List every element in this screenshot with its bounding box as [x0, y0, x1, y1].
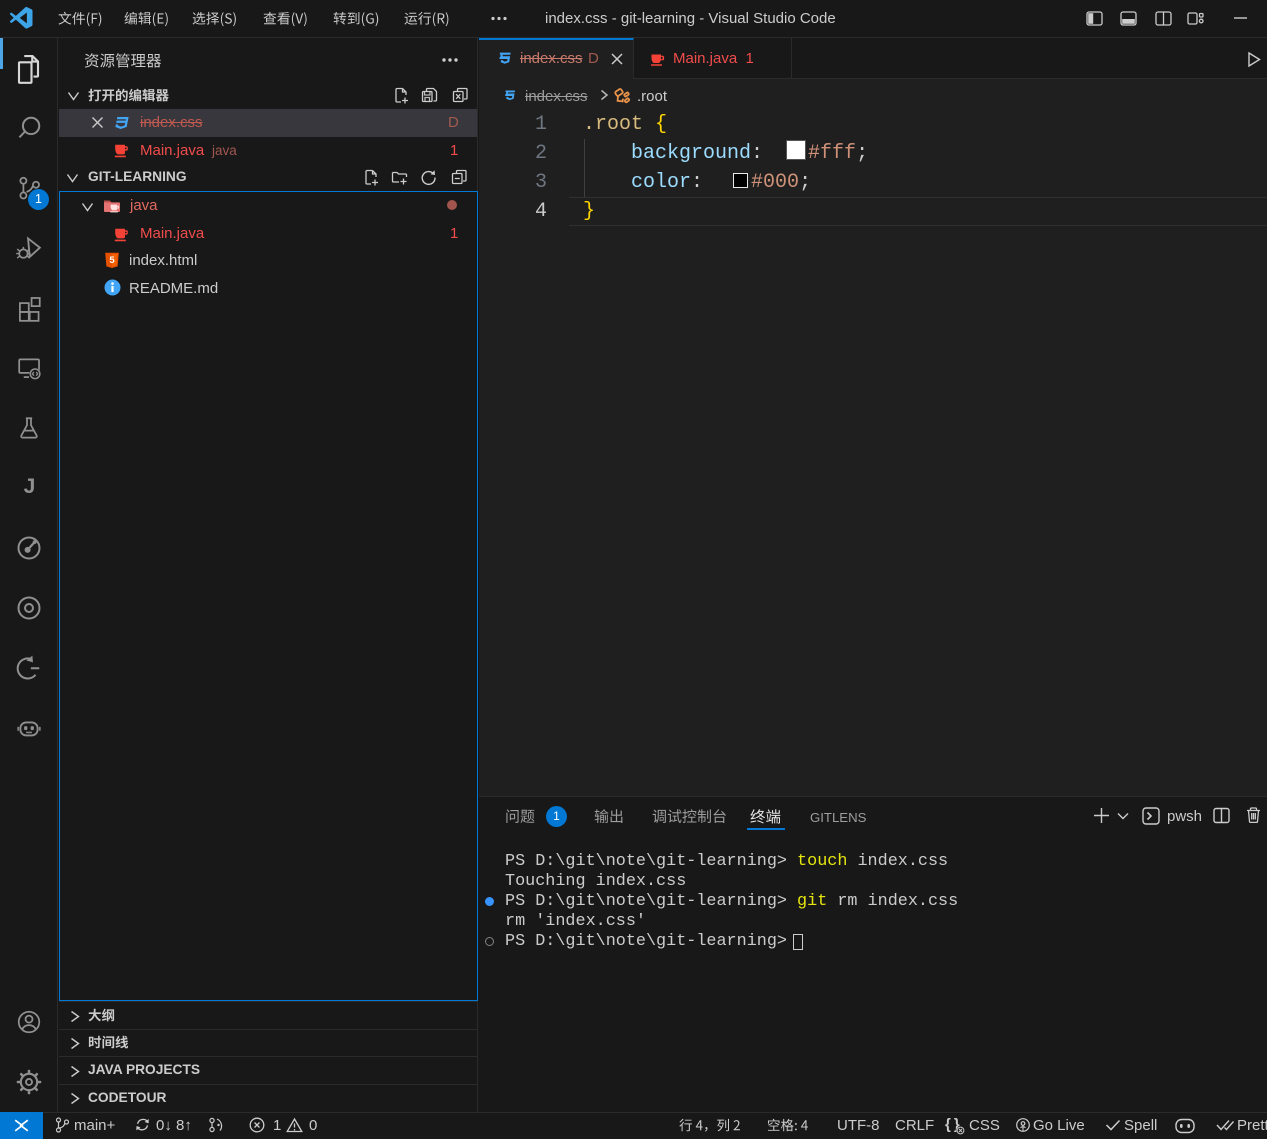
svg-text:5: 5 [109, 255, 115, 266]
